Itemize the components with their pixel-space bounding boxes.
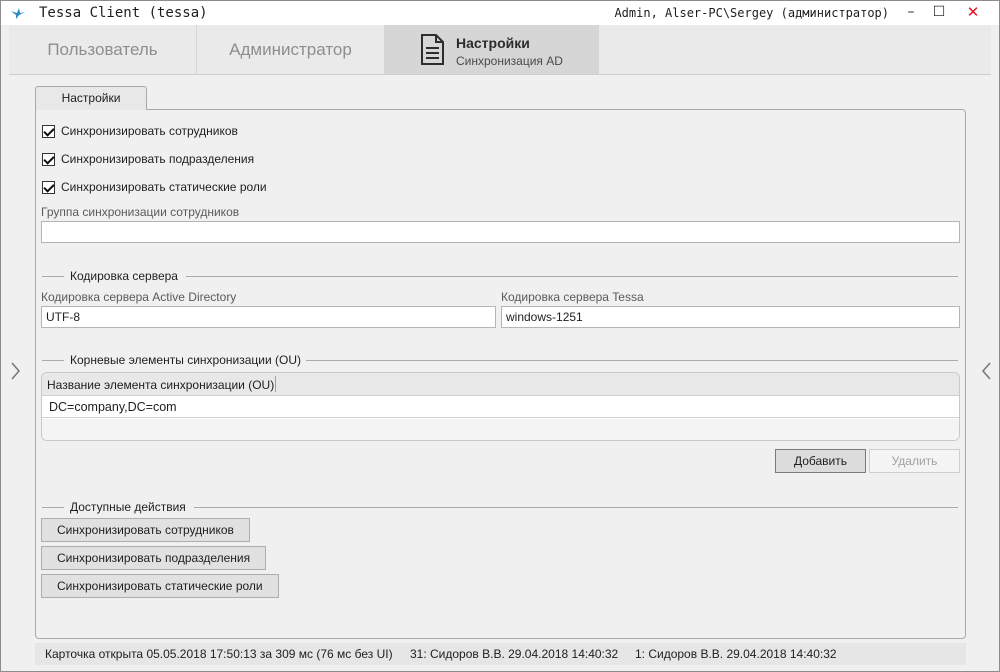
checkbox-checked-icon[interactable] [42, 152, 55, 166]
tessa-encoding-input[interactable] [501, 306, 960, 328]
checkbox-sync-static-roles[interactable]: Синхронизировать статические роли [42, 179, 267, 195]
tab-settings-content[interactable]: Настройки [35, 86, 147, 110]
status-version-31[interactable]: 31: Сидоров В.В. 29.04.2018 14:40:32 [410, 647, 618, 661]
status-bar: Карточка открыта 05.05.2018 17:50:13 за … [35, 643, 966, 665]
tab-settings-active[interactable]: Настройки Синхронизация AD [385, 25, 599, 74]
divider [306, 360, 958, 361]
chevron-right-icon[interactable] [8, 359, 22, 383]
column-resize-handle[interactable] [275, 376, 276, 392]
title-bar: Tessa Client (tessa) Admin, Alser-PC\Ser… [1, 1, 999, 25]
sync-group-input[interactable] [41, 221, 960, 243]
sync-employees-button[interactable]: Синхронизировать сотрудников [41, 518, 250, 542]
column-header-ou-name[interactable]: Название элемента синхронизации (OU) [47, 378, 274, 392]
sync-static-roles-button[interactable]: Синхронизировать статические роли [41, 574, 279, 598]
tessa-bird-icon [11, 8, 25, 19]
encoding-section-header: Кодировка сервера [42, 269, 958, 283]
add-button[interactable]: Добавить [775, 449, 866, 473]
maximize-button[interactable]: ☐ [925, 1, 953, 25]
divider [42, 276, 64, 277]
divider [186, 276, 958, 277]
table-header: Название элемента синхронизации (OU) [42, 373, 959, 396]
divider [42, 360, 64, 361]
tab-administrator[interactable]: Администратор [197, 25, 385, 74]
checkbox-sync-employees[interactable]: Синхронизировать сотрудников [42, 123, 238, 139]
settings-panel: Синхронизировать сотрудников Синхронизир… [35, 109, 966, 639]
divider [194, 507, 958, 508]
close-button[interactable]: ✕ [959, 1, 987, 25]
checkbox-label: Синхронизировать статические роли [61, 180, 267, 194]
divider [42, 507, 64, 508]
chevron-left-icon[interactable] [980, 359, 994, 383]
tab-settings-title: Настройки [456, 35, 530, 51]
tab-settings-subtitle: Синхронизация AD [456, 54, 563, 68]
roots-section-title: Корневые элементы синхронизации (OU) [70, 353, 305, 367]
sync-roots-table: Название элемента синхронизации (OU) DC=… [41, 372, 960, 441]
tessa-encoding-label: Кодировка сервера Tessa [501, 290, 644, 304]
encoding-section-title: Кодировка сервера [70, 269, 182, 283]
app-window: Tessa Client (tessa) Admin, Alser-PC\Ser… [0, 0, 1000, 672]
table-row[interactable]: DC=company,DC=com [42, 396, 959, 418]
workspace-tabs: Пользователь Администратор Настройки Син… [9, 25, 991, 75]
status-card-opened: Карточка открыта 05.05.2018 17:50:13 за … [45, 647, 393, 661]
current-user-info: Admin, Alser-PC\Sergey (администратор) [614, 6, 889, 20]
sync-group-label: Группа синхронизации сотрудников [41, 205, 240, 219]
checkbox-label: Синхронизировать сотрудников [61, 124, 238, 138]
checkbox-checked-icon[interactable] [42, 180, 55, 194]
roots-section-header: Корневые элементы синхронизации (OU) [42, 353, 958, 367]
minimize-button[interactable]: – [897, 1, 925, 25]
table-empty-row [42, 419, 959, 440]
delete-button-disabled: Удалить [869, 449, 960, 473]
app-title: Tessa Client (tessa) [39, 5, 208, 21]
document-icon [421, 34, 444, 65]
actions-section-header: Доступные действия [42, 500, 958, 514]
status-version-1[interactable]: 1: Сидоров В.В. 29.04.2018 14:40:32 [635, 647, 837, 661]
checkbox-label: Синхронизировать подразделения [61, 152, 255, 166]
sync-departments-button[interactable]: Синхронизировать подразделения [41, 546, 267, 570]
ad-encoding-label: Кодировка сервера Active Directory [41, 290, 237, 304]
table-cell: DC=company,DC=com [49, 400, 177, 414]
checkbox-sync-departments[interactable]: Синхронизировать подразделения [42, 151, 254, 167]
checkbox-checked-icon[interactable] [42, 124, 55, 138]
tab-user[interactable]: Пользователь [9, 25, 197, 74]
actions-section-title: Доступные действия [70, 500, 190, 514]
ad-encoding-input[interactable] [41, 306, 496, 328]
